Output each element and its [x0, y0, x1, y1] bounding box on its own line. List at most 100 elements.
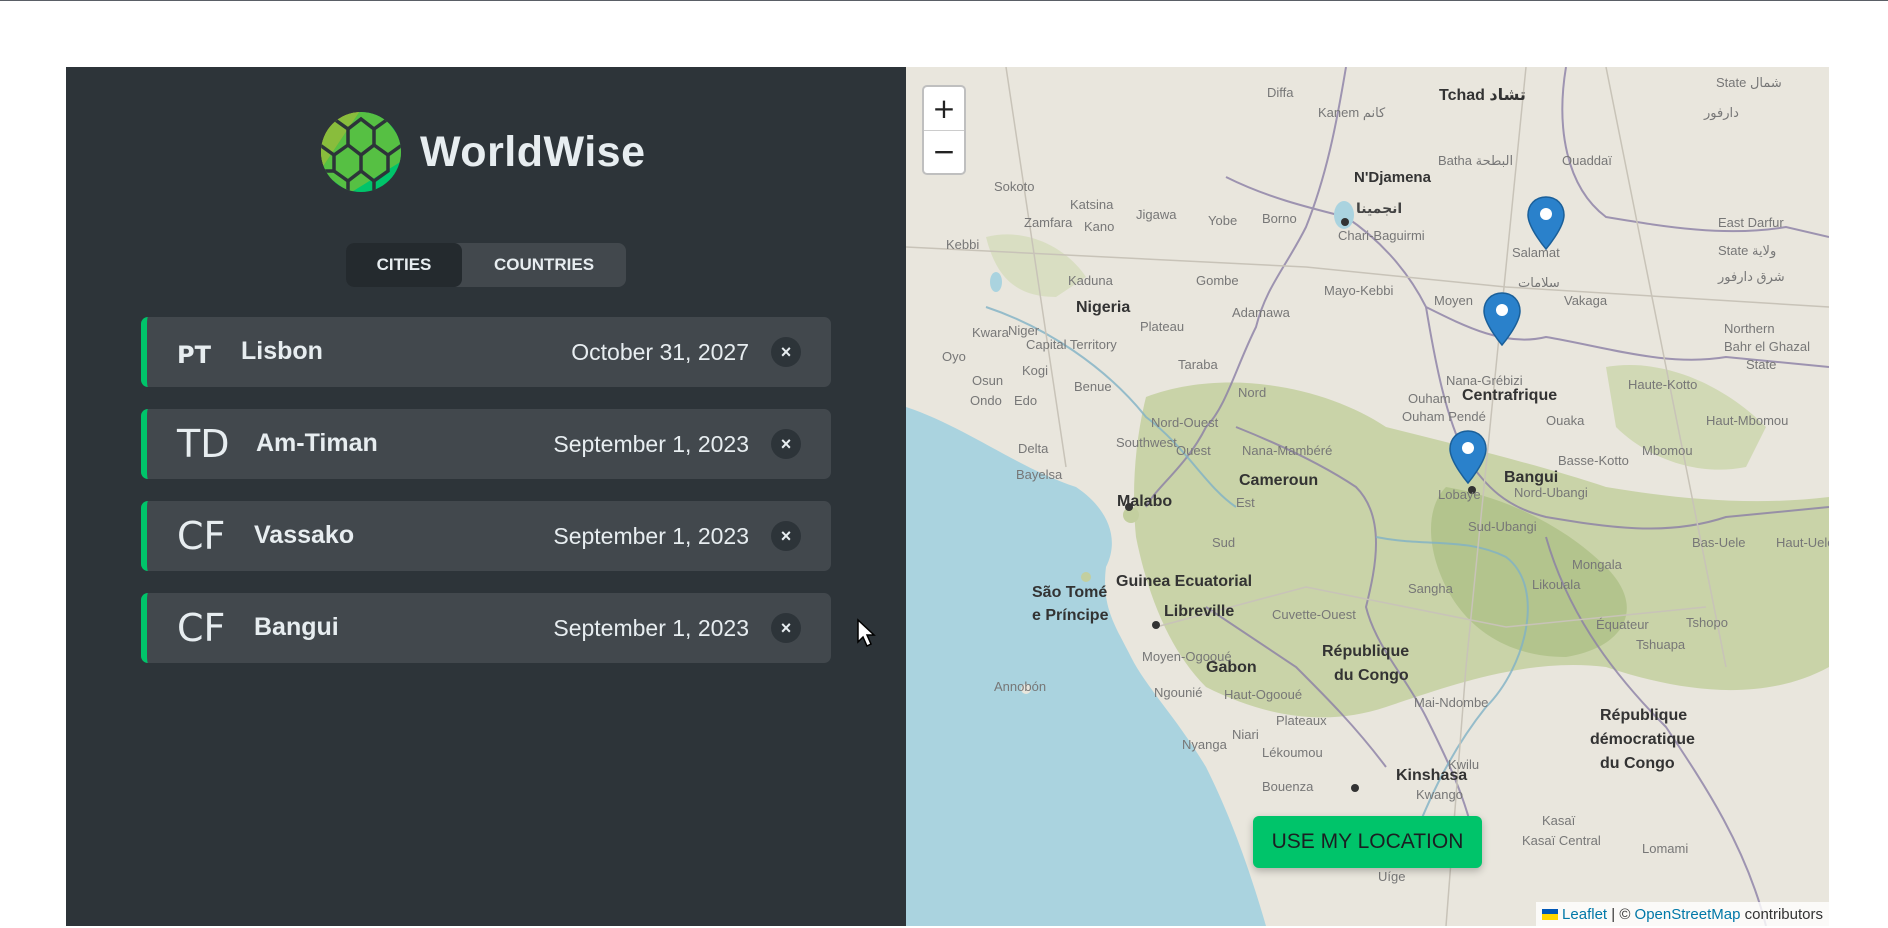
map-label-kwilu: Kwilu [1448, 757, 1480, 772]
map-label-ngounie: Ngounié [1154, 685, 1203, 700]
view-tabs: CITIES COUNTRIES [346, 243, 626, 287]
attribution-separator: | © [1607, 905, 1635, 923]
delete-city-button[interactable]: × [771, 613, 801, 643]
country-code: TD [177, 422, 230, 466]
city-item-am-timan[interactable]: TD Am-Timan September 1, 2023 × [141, 409, 831, 479]
map-label-sud-ubangi: Sud-Ubangi [1468, 519, 1537, 534]
map-label-likouala: Likouala [1532, 577, 1581, 592]
city-item-vassako[interactable]: CF Vassako September 1, 2023 × [141, 501, 831, 571]
map-label-nord: Nord [1238, 385, 1267, 400]
leaflet-link[interactable]: Leaflet [1562, 906, 1607, 923]
tab-cities[interactable]: CITIES [346, 243, 462, 287]
use-my-location-button[interactable]: USE MY LOCATION [1253, 816, 1482, 868]
map-label-osun: Osun [972, 373, 1004, 388]
country-code: PT [177, 341, 211, 369]
map-marker-icon[interactable] [1526, 195, 1566, 251]
map-label-kaduna: Kaduna [1068, 273, 1113, 288]
map-label-haut-ogooue: Haut-Ogooué [1224, 687, 1303, 702]
map-label-bouenza: Bouenza [1262, 779, 1314, 794]
map-label-moyen: Moyen [1434, 293, 1474, 308]
delete-city-button[interactable]: × [771, 337, 801, 367]
map-label-sangha: Sangha [1408, 581, 1453, 596]
top-border [0, 0, 1888, 1]
map-label-libreville: Libreville [1164, 603, 1235, 620]
tab-countries[interactable]: COUNTRIES [462, 243, 626, 287]
city-item-lisbon[interactable]: PT Lisbon October 31, 2027 × [141, 317, 831, 387]
map-label-haute-kotto: Haute-Kotto [1628, 377, 1698, 392]
map-label-delta: Delta [1018, 441, 1049, 456]
map-label-plateau: Plateau [1140, 319, 1185, 334]
map-label-borno: Borno [1262, 211, 1297, 226]
map-label-centrafrique: Centrafrique [1462, 387, 1558, 404]
map-label-benue: Benue [1074, 379, 1112, 394]
map-label-kasai: Kasaï [1542, 813, 1576, 828]
map-label-tchad: Tchad تشاد [1439, 87, 1526, 104]
map-label-southwest: Southwest [1116, 435, 1177, 450]
map-label-ouaddai: Ouaddaï [1562, 153, 1612, 168]
map-label-adamawa: Adamawa [1232, 305, 1290, 320]
map-label-kwango: Kwango [1416, 787, 1463, 802]
map-label-lobaye: Lobaye [1438, 487, 1481, 502]
map-label-cameroun: Cameroun [1239, 472, 1319, 489]
map-label-malabo: Malabo [1117, 493, 1173, 510]
map-label-mbomou: Mbomou [1642, 443, 1693, 458]
city-list: PT Lisbon October 31, 2027 × TD Am-Timan… [141, 317, 831, 685]
map-label-nord-ouest: Nord-Ouest [1151, 415, 1219, 430]
map-label-plateaux: Plateaux [1276, 713, 1327, 728]
map-label-edo: Edo [1014, 393, 1038, 408]
map-label-east-darfur: East Darfur [1718, 215, 1784, 230]
map-label-nana-mambere: Nana-Mambéré [1242, 443, 1333, 458]
delete-city-button[interactable]: × [771, 429, 801, 459]
map-marker-icon[interactable] [1482, 291, 1522, 347]
map-label-yobe: Yobe [1208, 213, 1238, 228]
map-label-niger: Niger [1008, 323, 1040, 338]
map-label-sharq-darfur: شرق دارفور [1718, 269, 1785, 284]
map-label-kasai-central: Kasaï Central [1522, 833, 1601, 848]
map-label-ouest: Ouest [1176, 443, 1211, 458]
map-marker-icon[interactable] [1448, 429, 1488, 485]
map-label-capital-territory: Capital Territory [1026, 337, 1117, 352]
map-label-rdc-2: démocratique [1590, 731, 1695, 748]
map-label-nigeria: Nigeria [1076, 299, 1131, 316]
city-date: September 1, 2023 [553, 431, 749, 457]
attribution-suffix: contributors [1740, 905, 1823, 923]
country-code: CF [177, 606, 226, 650]
map-label-state: State [1746, 357, 1777, 372]
map-label-jigawa: Jigawa [1136, 207, 1177, 222]
map-label-ouham-pende: Ouham Pendé [1402, 409, 1486, 424]
city-date: October 31, 2027 [571, 339, 749, 365]
zoom-control: + − [922, 85, 966, 175]
city-item-bangui[interactable]: CF Bangui September 1, 2023 × [141, 593, 831, 663]
city-name: Vassako [254, 521, 355, 549]
map-label-sao-tome: São Tomé [1032, 584, 1108, 601]
map-label-lekoumou: Lékoumou [1262, 745, 1323, 760]
map-label-gombe: Gombe [1196, 273, 1239, 288]
map[interactable]: Tchad تشاد Diffa Kanem كانم Batha البطحة… [906, 67, 1829, 926]
map-label-ndjamena: N'Djamena [1354, 169, 1431, 186]
map-label-cuvette: Cuvette-Ouest [1272, 607, 1356, 622]
map-label-kano: Kano [1084, 219, 1115, 234]
map-label-taraba: Taraba [1178, 357, 1218, 372]
delete-city-button[interactable]: × [771, 521, 801, 551]
zoom-out-button[interactable]: − [924, 129, 964, 174]
map-label-kanem: Kanem كانم [1318, 105, 1386, 120]
map-label-tshuapa: Tshuapa [1636, 637, 1686, 652]
map-label-nord-ubangi: Nord-Ubangi [1514, 485, 1588, 500]
map-label-kwara: Kwara [972, 325, 1009, 340]
city-name: Am-Timan [256, 429, 378, 457]
city-name: Bangui [254, 613, 339, 641]
map-label-salamat-ar: سلامات [1518, 275, 1560, 290]
city-date: September 1, 2023 [553, 523, 749, 549]
openstreetmap-link[interactable]: OpenStreetMap [1635, 906, 1741, 923]
map-label-haut-uele: Haut-Uele [1776, 535, 1829, 550]
map-label-sokoto: Sokoto [994, 179, 1035, 194]
globe-logo-icon [321, 112, 401, 192]
map-label-ouaka: Ouaka [1546, 413, 1585, 428]
map-label-mongala: Mongala [1572, 557, 1622, 572]
ukraine-flag-icon [1542, 908, 1559, 920]
logo[interactable]: WorldWise [320, 111, 646, 193]
zoom-in-button[interactable]: + [924, 87, 964, 130]
map-label-gabon: Gabon [1206, 659, 1257, 676]
map-label-rep-congo-1: République [1322, 643, 1410, 660]
map-label-state-shamal: State شمال [1716, 75, 1782, 90]
